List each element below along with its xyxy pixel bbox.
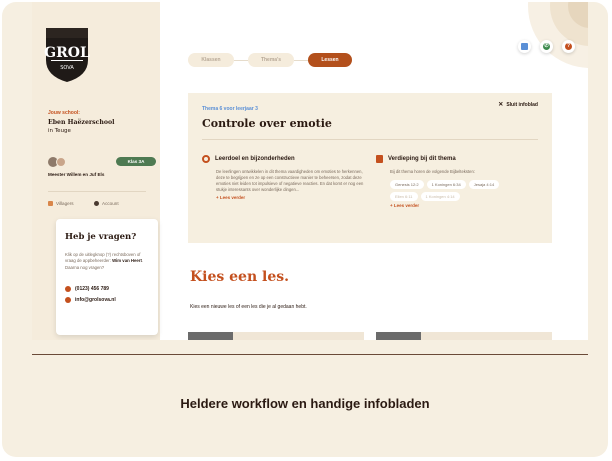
step-lessen[interactable]: Lessen xyxy=(308,53,352,67)
step-connector xyxy=(234,60,248,61)
email-icon xyxy=(65,297,71,303)
account-icon xyxy=(94,201,99,206)
teacher-names: Meester Willem en Juf Els xyxy=(48,172,105,177)
book-icon xyxy=(376,155,383,163)
school-name-line2: in Teuge xyxy=(48,128,71,134)
sidebar-item-account[interactable]: Account xyxy=(94,201,119,206)
step-klassen[interactable]: Klassen xyxy=(188,53,234,67)
villagers-icon xyxy=(48,201,53,206)
document-icon xyxy=(521,43,528,50)
lesson-card[interactable] xyxy=(188,332,364,340)
help-card: Heb je vragen? Klik op de uitlegknop (?)… xyxy=(56,219,158,335)
read-more-link[interactable]: + Lees verder xyxy=(216,195,362,200)
divider xyxy=(202,139,538,140)
close-infoblad-button[interactable]: ✕ Sluit infoblad xyxy=(498,101,538,109)
divider xyxy=(32,354,588,355)
sidebar: GROL SOVA Jouw school: Eben Haëzerschool… xyxy=(32,2,160,340)
teacher-avatars xyxy=(48,157,72,167)
phone-link[interactable]: (0123) 456 789 xyxy=(65,286,109,292)
lessons-title: Kies een les. xyxy=(190,269,289,285)
whatsapp-button[interactable]: ✆ xyxy=(540,40,553,53)
bible-chip[interactable]: Genesis 12:2 xyxy=(390,180,424,190)
section-text: De leerlingen ontwikkelen in dit thema v… xyxy=(216,169,364,193)
class-badge[interactable]: Klas 3A xyxy=(116,157,156,166)
step-connector xyxy=(294,60,308,61)
learning-goal-section: Leerdoel en bijzonderheden De leerlingen… xyxy=(202,155,364,200)
info-panel: Thema 6 voor leerjaar 3 Controle over em… xyxy=(188,93,552,243)
deepening-section: Verdieping bij dit thema Bij dit thema h… xyxy=(376,155,536,208)
whatsapp-icon: ✆ xyxy=(543,43,550,50)
step-themas[interactable]: Thema's xyxy=(248,53,294,67)
sidebar-item-label: Villagers xyxy=(56,201,74,206)
read-more-link[interactable]: + Lees verder xyxy=(390,203,536,208)
sidebar-item-label: Account xyxy=(102,201,119,206)
caption: Heldere workflow en handige infobladen xyxy=(180,396,430,411)
help-title: Heb je vragen? xyxy=(65,232,137,242)
feature-card: GROL SOVA Jouw school: Eben Haëzerschool… xyxy=(2,2,608,457)
lesson-thumbnail xyxy=(376,332,421,340)
bible-chip[interactable]: Jesaja 4:14 xyxy=(468,180,500,190)
bible-chips: Genesis 12:2 1 Koningen 6:34 Jesaja 4:14… xyxy=(390,180,520,202)
bible-chip[interactable]: 1 Koningen 4:14 xyxy=(420,192,460,202)
section-heading: Leerdoel en bijzonderheden xyxy=(202,155,362,163)
bible-chip[interactable]: Ellen 6:11 xyxy=(390,192,418,202)
panel-subtitle: Thema 6 voor leerjaar 3 xyxy=(202,106,258,112)
lessons-subtitle: Kies een nieuwe les of een les die je al… xyxy=(190,304,307,310)
sidebar-item-villagers[interactable]: Villagers xyxy=(48,201,74,206)
phone-icon xyxy=(65,286,71,292)
email-link[interactable]: info@grolsova.nl xyxy=(65,297,116,303)
target-icon xyxy=(202,155,210,163)
document-button[interactable] xyxy=(518,40,531,53)
grol-sova-logo: GROL SOVA xyxy=(44,28,90,82)
panel-title: Controle over emotie xyxy=(202,117,332,130)
close-icon: ✕ xyxy=(498,102,504,108)
divider xyxy=(48,191,146,192)
lesson-card[interactable] xyxy=(376,332,552,340)
school-name-line1: Eben Haëzerschool xyxy=(48,119,115,126)
bible-chip[interactable]: 1 Koningen 6:34 xyxy=(426,180,466,190)
logo-text: GROL xyxy=(44,45,90,61)
help-button[interactable]: ? xyxy=(562,40,575,53)
avatar xyxy=(56,157,66,167)
help-text: Klik op de uitlegknop (?) rechtsboven of… xyxy=(65,252,144,270)
school-name: Eben Haëzerschool in Teuge xyxy=(48,119,115,135)
logo-sub: SOVA xyxy=(60,65,74,71)
section-heading: Verdieping bij dit thema xyxy=(376,155,536,163)
lesson-thumbnail xyxy=(188,332,233,340)
admin-name: Wim van Heert xyxy=(112,258,142,264)
app-screenshot: GROL SOVA Jouw school: Eben Haëzerschool… xyxy=(32,2,588,340)
school-label: Jouw school: xyxy=(48,110,80,116)
help-icon: ? xyxy=(565,43,572,50)
section-text: Bij dit thema horen de volgende Bijbelte… xyxy=(390,169,475,174)
